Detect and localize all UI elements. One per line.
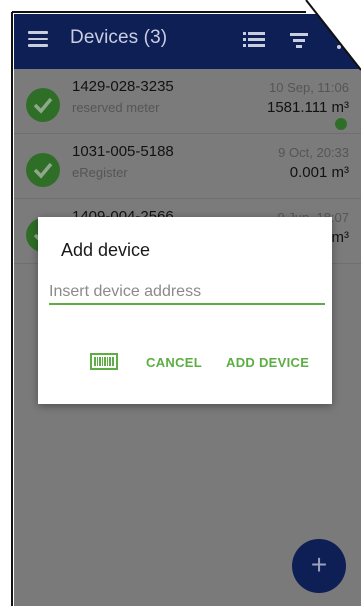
device-description: reserved meter xyxy=(72,100,160,115)
cancel-button[interactable]: CANCEL xyxy=(146,355,202,370)
barcode-scan-icon[interactable] xyxy=(90,353,118,370)
check-circle-icon xyxy=(26,153,60,187)
more-vert-icon[interactable] xyxy=(337,31,341,49)
dialog-title: Add device xyxy=(61,240,151,260)
device-address: 1031-005-5188 xyxy=(72,143,174,160)
add-device-dialog: Add device CANCEL ADD DEVICE xyxy=(38,217,332,404)
add-device-fab[interactable]: + xyxy=(292,539,346,593)
app-bar-title: Devices (3) xyxy=(70,27,168,48)
add-icon: + xyxy=(310,549,328,580)
hamburger-menu-icon[interactable] xyxy=(28,31,48,47)
device-timestamp: 10 Sep, 11:06 xyxy=(269,80,349,95)
device-list-item[interactable]: 1031-005-5188 eRegister 9 Oct, 20:33 0.0… xyxy=(14,134,361,199)
add-device-button[interactable]: ADD DEVICE xyxy=(226,355,309,370)
device-description: eRegister xyxy=(72,165,128,180)
check-circle-icon xyxy=(26,88,60,122)
device-timestamp: 9 Oct, 20:33 xyxy=(278,145,349,160)
device-reading: 0.001 m³ xyxy=(289,164,349,181)
filter-icon[interactable] xyxy=(290,33,308,48)
device-list-item[interactable]: 1429-028-3235 reserved meter 10 Sep, 11:… xyxy=(14,69,361,134)
device-reading: 1581.111 m³ xyxy=(267,99,349,116)
device-address: 1429-028-3235 xyxy=(72,78,174,95)
app-bar: Devices (3) xyxy=(14,14,361,69)
device-address-input[interactable] xyxy=(49,281,325,305)
globe-icon xyxy=(335,118,347,130)
list-view-icon[interactable] xyxy=(243,32,265,48)
device-reading: m³ xyxy=(331,229,350,246)
